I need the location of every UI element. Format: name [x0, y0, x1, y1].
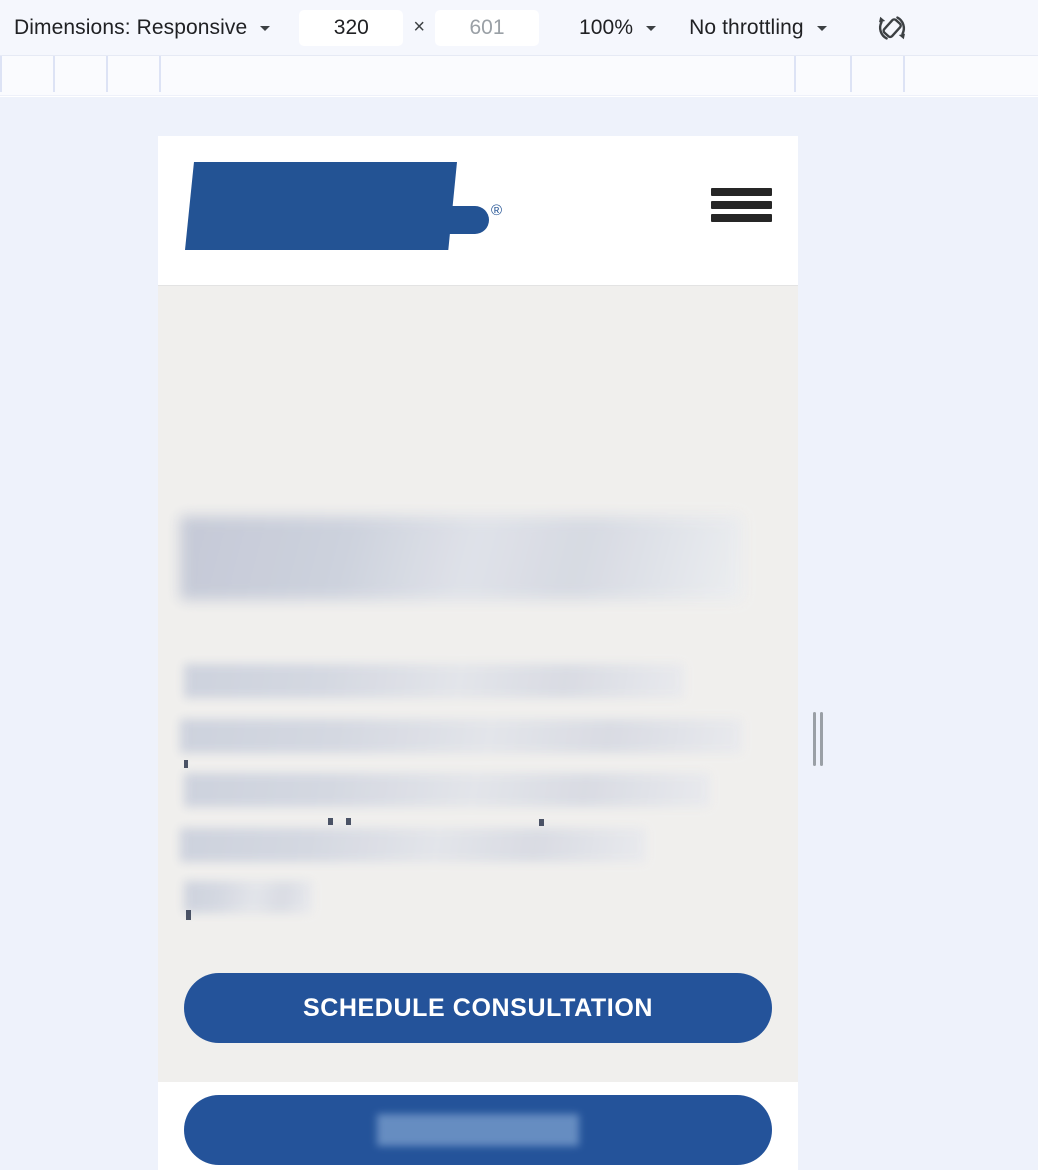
ruler-tick [794, 56, 796, 92]
zoom-level-label: 100% [579, 15, 634, 39]
hero-body-line [184, 773, 710, 807]
resize-grip-bar [813, 712, 816, 766]
chevron-down-icon [814, 20, 830, 36]
viewport-dimension-group: × [299, 9, 539, 46]
hero-section: SCHEDULE CONSULTATION [158, 286, 798, 1165]
hero-body-line [184, 881, 312, 913]
network-throttling-label: No throttling [689, 15, 804, 39]
registered-trademark-symbol: ® [491, 202, 503, 219]
ruler-tick [106, 56, 108, 92]
hero-body-line [180, 719, 742, 753]
hero-heading-redacted [180, 516, 742, 600]
site-header: ® [158, 136, 798, 286]
network-throttling-dropdown[interactable]: No throttling [675, 11, 836, 45]
hamburger-menu-icon[interactable] [711, 188, 772, 222]
devtools-device-toolbar: Dimensions: Responsive × 100% No throttl… [0, 0, 1038, 56]
hero-body-line [180, 828, 646, 862]
logo-tab-shape [443, 206, 489, 234]
chevron-down-icon [643, 20, 659, 36]
viewport-width-input[interactable] [299, 9, 404, 46]
hamburger-bar [711, 214, 772, 222]
redaction-speck [539, 819, 544, 826]
schedule-consultation-button[interactable]: SCHEDULE CONSULTATION [184, 973, 772, 1043]
resize-grip-bar [820, 712, 823, 766]
viewport-resize-handle[interactable] [806, 712, 830, 766]
device-emulation-canvas: ® SCHEDULE CONSULTATION [0, 97, 1038, 1170]
company-logo[interactable]: ® [185, 162, 505, 262]
zoom-level-dropdown[interactable]: 100% [565, 11, 665, 45]
redaction-speck [328, 818, 333, 825]
hamburger-bar [711, 188, 772, 196]
secondary-cta-label-redacted [377, 1114, 579, 1146]
hero-body-line [184, 664, 684, 698]
secondary-cta-button[interactable] [184, 1095, 772, 1165]
redaction-speck [346, 818, 351, 825]
chevron-down-icon [257, 20, 273, 36]
dimension-separator: × [413, 16, 425, 38]
dimensions-preset-dropdown[interactable]: Dimensions: Responsive [0, 11, 279, 45]
redaction-speck [184, 760, 188, 768]
redaction-speck [186, 910, 191, 920]
ruler-tick [903, 56, 905, 92]
emulated-viewport: ® SCHEDULE CONSULTATION [158, 136, 798, 1170]
ruler-tick [159, 56, 161, 92]
viewport-ruler[interactable] [0, 56, 1038, 96]
ruler-tick [850, 56, 852, 92]
hamburger-bar [711, 201, 772, 209]
rotate-device-icon[interactable] [870, 6, 914, 50]
viewport-height-input[interactable] [435, 9, 539, 46]
dimensions-preset-label: Dimensions: Responsive [14, 15, 248, 39]
logo-redacted-mark [185, 162, 457, 250]
ruler-tick [53, 56, 55, 92]
ruler-tick [0, 56, 2, 92]
